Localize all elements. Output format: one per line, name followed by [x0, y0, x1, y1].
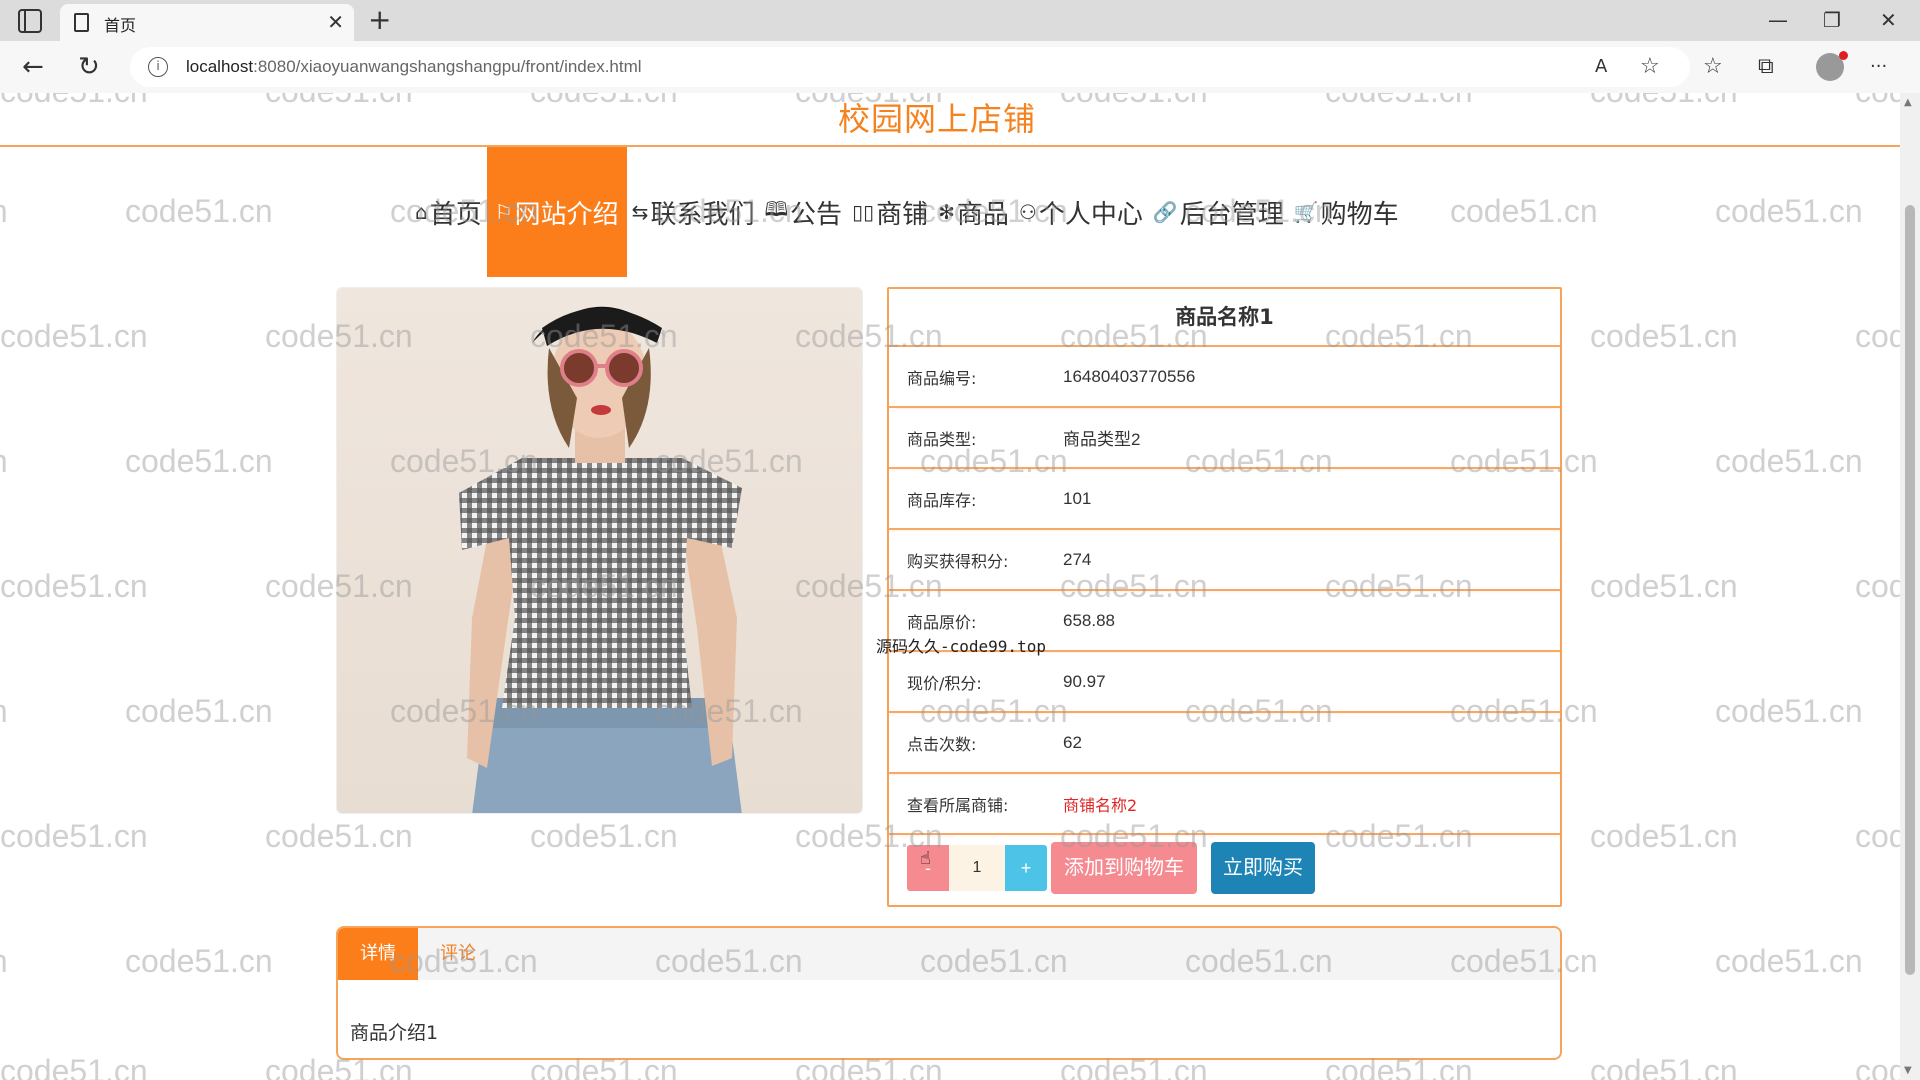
profile-avatar[interactable]	[1816, 51, 1848, 81]
window-close-icon[interactable]: ✕	[1880, 6, 1897, 34]
nav-home[interactable]: ⌂ 首页	[410, 147, 487, 277]
watermark-text: code51.cn	[1715, 443, 1863, 479]
tabs-header: 详情 评论	[338, 928, 1560, 980]
transfer-icon: ⇆	[631, 200, 649, 224]
watermark-text: code51.cn	[1855, 568, 1900, 604]
watermark-text: code51.cn	[0, 943, 8, 980]
nav-admin[interactable]: 🔗 后台管理	[1148, 147, 1289, 277]
info-icon[interactable]: i	[148, 57, 168, 77]
row-current-price: 现价/积分: 90.97	[889, 650, 1560, 711]
watermark-text: code51.cn	[1715, 943, 1863, 979]
nav-user-center[interactable]: ⚇ 个人中心	[1014, 147, 1148, 277]
watermark-text: code51.cn	[1715, 693, 1863, 729]
quantity-input[interactable]	[949, 845, 1005, 891]
product-photo-illustration	[459, 306, 742, 813]
tab-details[interactable]: 详情	[338, 928, 418, 980]
nav-announcement[interactable]: 🕮 公告	[759, 147, 847, 277]
url-text[interactable]: localhost:8080/xiaoyuanwangshangshangpu/…	[186, 57, 642, 77]
product-detail-panel: 商品名称1 商品编号: 16480403770556 商品类型: 商品类型2 商品库…	[887, 287, 1562, 907]
scroll-down-icon[interactable]: ▼	[1904, 1065, 1912, 1076]
read-aloud-icon[interactable]: A	[1595, 51, 1607, 83]
page-icon	[74, 13, 89, 32]
nav-site-intro[interactable]: ⚐ 网站介绍	[486, 147, 627, 277]
watermark-text: code51.cn	[0, 318, 148, 354]
watermark-text: code51.cn	[0, 443, 8, 480]
watermark-text: code51.cn	[0, 193, 8, 230]
watermark-text: code51.cn	[1590, 568, 1738, 604]
link-icon: 🔗	[1152, 200, 1178, 224]
watermark-text: code51.cn	[125, 193, 273, 229]
address-bar: ← ↻ i localhost:8080/xiaoyuanwangshangsh…	[0, 41, 1920, 93]
watermark-text: code51.cn	[1590, 818, 1738, 854]
watermark-text: code51.cn	[0, 568, 148, 604]
cart-icon: 🛒	[1293, 200, 1319, 224]
watermark-text: code51.cn	[1715, 193, 1863, 229]
watermark-text: code51.cn	[530, 818, 678, 854]
purchase-actions: - + 添加到购物车 立即购买	[889, 833, 1560, 901]
back-icon[interactable]: ←	[22, 51, 44, 83]
watermark-text: code51.cn	[125, 693, 273, 729]
more-menu-icon[interactable]: ···	[1870, 51, 1887, 83]
watermark-text: code51.cn	[1590, 1053, 1738, 1080]
row-shop: 查看所属商铺: 商铺名称2	[889, 772, 1560, 833]
favorites-icon[interactable]: ☆	[1703, 51, 1723, 83]
row-stock: 商品库存: 101	[889, 467, 1560, 528]
watermark-text: code51.cn	[1450, 193, 1598, 229]
snowflake-icon: ✻	[938, 200, 955, 224]
browser-tab[interactable]: 首页 ✕	[60, 4, 354, 41]
web-page: 校园网上店铺 ⌂ 首页 ⚐ 网站介绍 ⇆ 联系我们 🕮 公告 ▯▯ 商铺 ✻ 商品 ⚇ 个人中…	[0, 93, 1900, 1080]
page-scrollbar[interactable]: ▲ ▼	[1900, 93, 1920, 1080]
watermark-text: code51.cn	[0, 693, 8, 730]
watermark-text: code51.cn	[0, 818, 148, 854]
watermark-text: code51.cn	[1590, 318, 1738, 354]
buy-now-button[interactable]: 立即购买	[1211, 842, 1315, 894]
shop-link[interactable]: 商铺名称2	[1063, 792, 1560, 816]
row-product-code: 商品编号: 16480403770556	[889, 345, 1560, 406]
site-title: 校园网上店铺	[837, 100, 1036, 138]
watermark-text: code51.cn	[265, 818, 413, 854]
user-icon: ⚇	[1018, 200, 1037, 224]
url-field[interactable]: i localhost:8080/xiaoyuanwangshangshangp…	[130, 47, 1690, 87]
home-icon: ⌂	[415, 200, 428, 224]
row-click-count: 点击次数: 62	[889, 711, 1560, 772]
tab-title: 首页	[104, 16, 137, 35]
watermark-text: code51.cn	[1855, 818, 1900, 854]
product-image	[336, 287, 863, 814]
sidebar-toggle-icon[interactable]	[18, 9, 42, 33]
tab-close-icon[interactable]: ✕	[327, 10, 344, 34]
watermark-text: code51.cn	[125, 943, 273, 979]
collections-icon[interactable]: ⧉	[1758, 51, 1774, 83]
row-points-earned: 购买获得积分: 274	[889, 528, 1560, 589]
add-to-cart-button[interactable]: 添加到购物车	[1051, 842, 1197, 894]
main-navigation: ⌂ 首页 ⚐ 网站介绍 ⇆ 联系我们 🕮 公告 ▯▯ 商铺 ✻ 商品 ⚇ 个人中心 🔗 后台管理…	[410, 147, 1404, 277]
nav-cart[interactable]: 🛒 购物车	[1289, 147, 1404, 277]
row-product-type: 商品类型: 商品类型2	[889, 406, 1560, 467]
columns-icon: ▯▯	[852, 200, 875, 224]
add-favorite-icon[interactable]: ☆	[1640, 51, 1660, 83]
quantity-increase-button[interactable]: +	[1005, 845, 1047, 891]
browser-tab-bar: 首页 ✕ + — ❐ ✕	[0, 0, 1920, 41]
nav-contact[interactable]: ⇆ 联系我们	[627, 147, 760, 277]
product-tabs: 详情 评论 商品介绍1	[336, 926, 1562, 1060]
watermark-text: code51.cn	[125, 443, 273, 479]
nav-shops[interactable]: ▯▯ 商铺	[847, 147, 933, 277]
nav-products[interactable]: ✻ 商品	[933, 147, 1014, 277]
quantity-decrease-button[interactable]: -	[907, 845, 949, 891]
flag-icon: ⚐	[494, 200, 513, 224]
row-original-price: 商品原价: 658.88	[889, 589, 1560, 650]
book-icon: 🕮	[764, 197, 789, 221]
tab-comments[interactable]: 评论	[418, 928, 498, 980]
product-name: 商品名称1	[1175, 305, 1274, 329]
watermark-text: code51.cn	[1855, 318, 1900, 354]
watermark-text: code51.cn	[1855, 1053, 1900, 1080]
scroll-up-icon[interactable]: ▲	[1904, 97, 1912, 108]
new-tab-button[interactable]: +	[368, 4, 391, 36]
minimize-icon[interactable]: —	[1768, 6, 1788, 34]
scroll-thumb[interactable]	[1905, 205, 1915, 975]
restore-icon[interactable]: ❐	[1823, 6, 1841, 34]
tab-content: 商品介绍1	[350, 1022, 439, 1044]
watermark-text: code51.cn	[0, 1053, 148, 1080]
reload-icon[interactable]: ↻	[78, 51, 100, 83]
